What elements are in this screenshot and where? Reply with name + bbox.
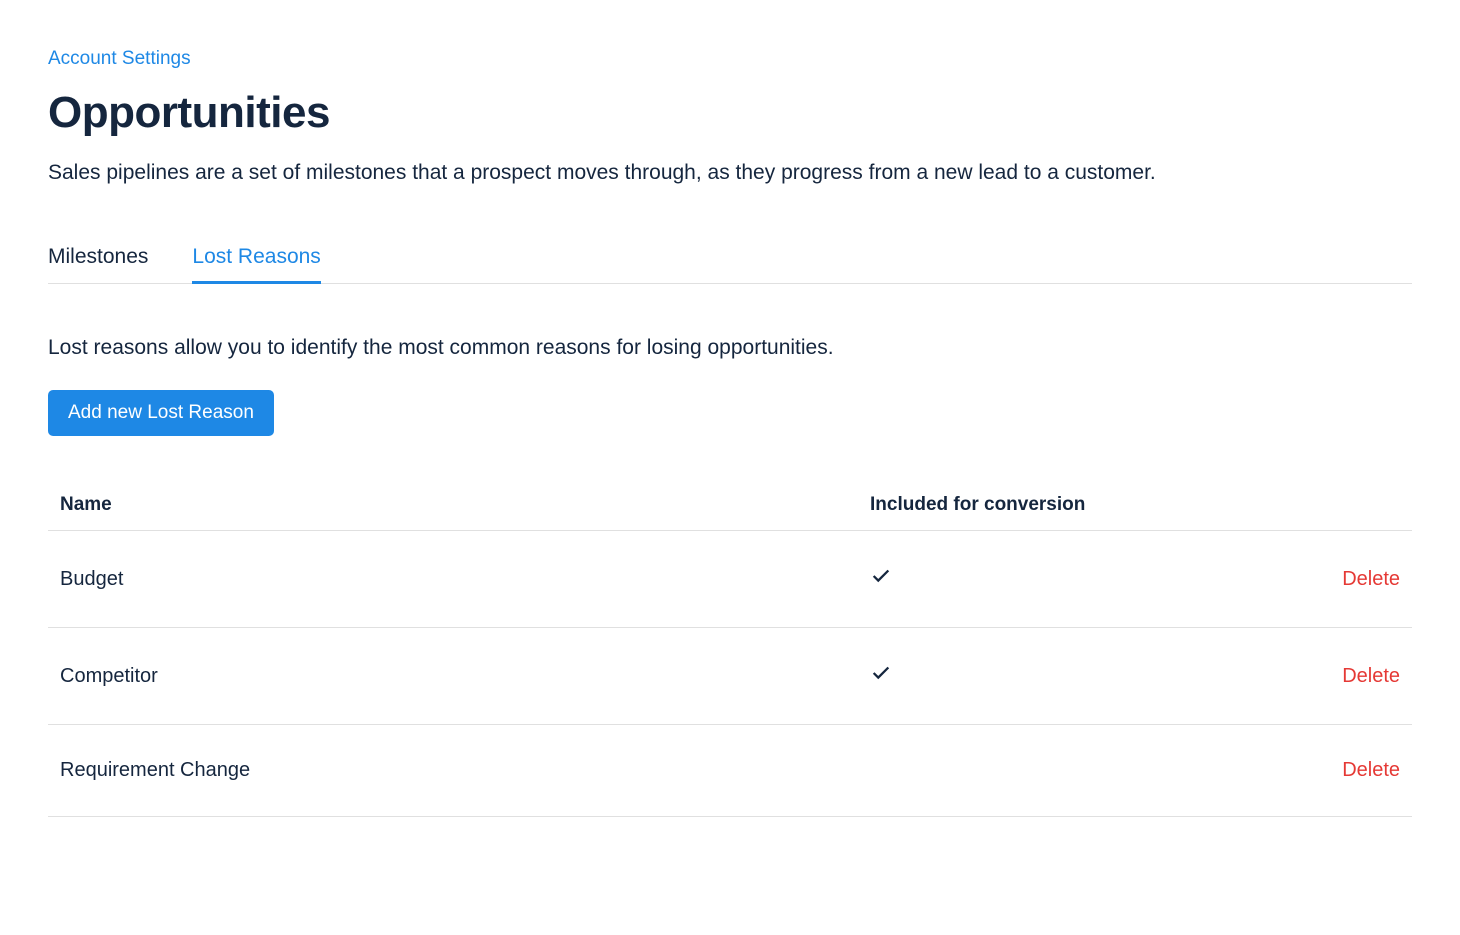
row-name: Budget bbox=[60, 568, 870, 591]
row-included bbox=[870, 565, 1210, 593]
table-header: Name Included for conversion bbox=[48, 480, 1412, 531]
table-header-name: Name bbox=[60, 494, 870, 516]
delete-button[interactable]: Delete bbox=[1342, 665, 1400, 687]
delete-button[interactable]: Delete bbox=[1342, 568, 1400, 590]
table-row: Budget Delete bbox=[48, 531, 1412, 628]
breadcrumb-account-settings[interactable]: Account Settings bbox=[48, 48, 191, 70]
table-row: Competitor Delete bbox=[48, 628, 1412, 725]
table-header-action bbox=[1210, 494, 1400, 516]
tab-lost-reasons[interactable]: Lost Reasons bbox=[192, 245, 320, 283]
row-name: Requirement Change bbox=[60, 759, 870, 782]
check-icon bbox=[870, 565, 892, 587]
page-title: Opportunities bbox=[48, 88, 1412, 138]
row-action: Delete bbox=[1210, 568, 1400, 591]
tabs: Milestones Lost Reasons bbox=[48, 245, 1412, 284]
tab-milestones[interactable]: Milestones bbox=[48, 245, 148, 283]
row-name: Competitor bbox=[60, 665, 870, 688]
section-description: Lost reasons allow you to identify the m… bbox=[48, 336, 1412, 360]
delete-button[interactable]: Delete bbox=[1342, 759, 1400, 781]
check-icon bbox=[870, 662, 892, 684]
lost-reasons-table: Name Included for conversion Budget Dele… bbox=[48, 480, 1412, 817]
table-row: Requirement Change Delete bbox=[48, 725, 1412, 817]
table-header-included: Included for conversion bbox=[870, 494, 1210, 516]
page-description: Sales pipelines are a set of milestones … bbox=[48, 158, 1412, 187]
add-lost-reason-button[interactable]: Add new Lost Reason bbox=[48, 390, 274, 436]
row-action: Delete bbox=[1210, 665, 1400, 688]
row-included bbox=[870, 662, 1210, 690]
row-action: Delete bbox=[1210, 759, 1400, 782]
